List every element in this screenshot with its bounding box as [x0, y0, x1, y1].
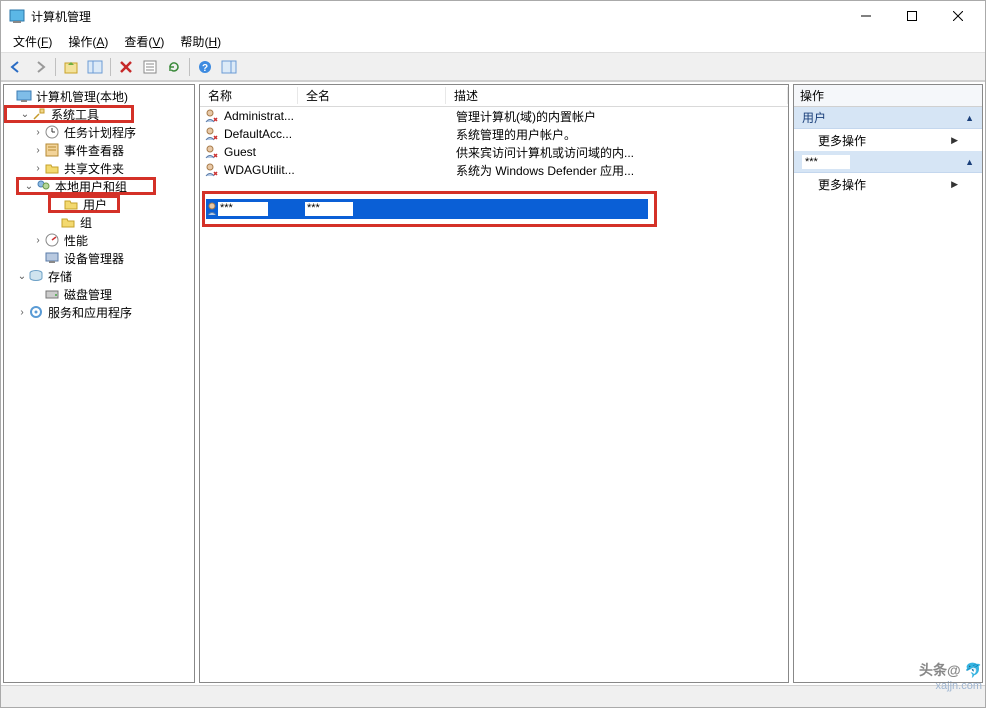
expander-icon[interactable]: ›	[32, 127, 44, 138]
app-window: 计算机管理 文件(F) 操作(A) 查看(V) 帮助(H) ?	[0, 0, 986, 708]
computer-icon	[16, 88, 32, 104]
expander-icon[interactable]: ⌄	[19, 109, 31, 120]
chevron-right-icon: ▶	[951, 179, 958, 190]
list-row[interactable]: Guest 供来宾访问计算机或访问域的内...	[200, 143, 788, 161]
tree-disk-management[interactable]: 磁盘管理	[4, 285, 194, 303]
menu-file[interactable]: 文件(F)	[5, 32, 60, 52]
menubar: 文件(F) 操作(A) 查看(V) 帮助(H)	[1, 31, 985, 53]
up-button[interactable]	[60, 56, 82, 78]
col-description[interactable]: 描述	[446, 87, 788, 104]
toolbar-separator	[55, 58, 56, 76]
forward-button[interactable]	[29, 56, 51, 78]
user-icon	[204, 126, 220, 142]
col-name[interactable]: 名称	[200, 87, 298, 104]
tree-system-tools[interactable]: ⌄ 系统工具	[4, 105, 134, 123]
col-fullname[interactable]: 全名	[298, 87, 446, 104]
event-icon	[44, 142, 60, 158]
shared-folder-icon	[44, 160, 60, 176]
toolbar: ?	[1, 53, 985, 81]
tree-users[interactable]: 用户	[48, 195, 120, 213]
window-title: 计算机管理	[31, 8, 843, 25]
chevron-right-icon: ▶	[951, 135, 958, 146]
user-icon	[204, 108, 220, 124]
tree-task-scheduler[interactable]: › 任务计划程序	[4, 123, 194, 141]
user-icon	[204, 162, 220, 178]
expander-icon[interactable]: ⌄	[16, 271, 28, 282]
expander-icon[interactable]: ›	[16, 307, 28, 318]
statusbar	[1, 685, 985, 707]
folder-icon	[63, 196, 79, 212]
body: 计算机管理(本地) ⌄ 系统工具 › 任务计划程序 ›	[1, 81, 985, 685]
actions-header: 操作	[794, 85, 982, 107]
list-row[interactable]: Administrat... 管理计算机(域)的内置帐户	[200, 107, 788, 125]
menu-view[interactable]: 查看(V)	[116, 32, 172, 52]
redacted-fullname: ***	[305, 202, 353, 216]
list-row-selected[interactable]	[206, 199, 648, 219]
tools-icon	[31, 106, 47, 122]
app-icon	[9, 8, 25, 24]
actions-section-selected[interactable]: *** ▲	[794, 151, 982, 173]
toolbar-separator	[189, 58, 190, 76]
expander-icon[interactable]: ›	[32, 145, 44, 156]
tree-event-viewer[interactable]: › 事件查看器	[4, 141, 194, 159]
expander-icon[interactable]: ›	[32, 235, 44, 246]
collapse-icon: ▲	[965, 113, 974, 123]
users-groups-icon	[35, 178, 51, 194]
tree-local-users-groups[interactable]: ⌄ 本地用户和组	[16, 177, 156, 195]
tree-shared-folders[interactable]: › 共享文件夹	[4, 159, 194, 177]
minimize-button[interactable]	[843, 1, 889, 31]
tree-services-apps[interactable]: › 服务和应用程序	[4, 303, 194, 321]
delete-button[interactable]	[115, 56, 137, 78]
list-panel: 名称 全名 描述 Administrat... 管理计算机(域)的内置帐户 De…	[199, 84, 789, 683]
tree[interactable]: 计算机管理(本地) ⌄ 系统工具 › 任务计划程序 ›	[4, 85, 194, 682]
svg-text:?: ?	[202, 63, 208, 74]
actions-section-users[interactable]: 用户 ▲	[794, 107, 982, 129]
tree-performance[interactable]: › 性能	[4, 231, 194, 249]
refresh-button[interactable]	[163, 56, 185, 78]
tree-storage[interactable]: ⌄ 存储	[4, 267, 194, 285]
toolbar-separator	[110, 58, 111, 76]
show-actions-button[interactable]	[218, 56, 240, 78]
close-button[interactable]	[935, 1, 981, 31]
list-row[interactable]: DefaultAcc... 系统管理的用户帐户。	[200, 125, 788, 143]
show-hide-tree-button[interactable]	[84, 56, 106, 78]
performance-icon	[44, 232, 60, 248]
user-icon	[204, 144, 220, 160]
clock-icon	[44, 124, 60, 140]
collapse-icon: ▲	[965, 157, 974, 167]
menu-action[interactable]: 操作(A)	[60, 32, 116, 52]
properties-button[interactable]	[139, 56, 161, 78]
help-button[interactable]: ?	[194, 56, 216, 78]
expander-icon[interactable]: ›	[32, 163, 44, 174]
actions-panel: 操作 用户 ▲ 更多操作 ▶ *** ▲ 更多操作 ▶	[793, 84, 983, 683]
tree-device-manager[interactable]: 设备管理器	[4, 249, 194, 267]
disk-icon	[44, 286, 60, 302]
expander-icon[interactable]: ⌄	[23, 181, 35, 192]
redacted-section-label: ***	[802, 155, 850, 169]
folder-icon	[60, 214, 76, 230]
tree-panel: 计算机管理(本地) ⌄ 系统工具 › 任务计划程序 ›	[3, 84, 195, 683]
maximize-button[interactable]	[889, 1, 935, 31]
services-icon	[28, 304, 44, 320]
back-button[interactable]	[5, 56, 27, 78]
actions-more-2[interactable]: 更多操作 ▶	[794, 173, 982, 195]
list-columns: 名称 全名 描述	[200, 85, 788, 107]
titlebar: 计算机管理	[1, 1, 985, 31]
actions-more-1[interactable]: 更多操作 ▶	[794, 129, 982, 151]
menu-help[interactable]: 帮助(H)	[172, 32, 229, 52]
device-icon	[44, 250, 60, 266]
storage-icon	[28, 268, 44, 284]
tree-groups[interactable]: 组	[48, 213, 194, 231]
tree-root[interactable]: 计算机管理(本地)	[4, 87, 194, 105]
redacted-name: ***	[218, 202, 268, 216]
list-body[interactable]: Administrat... 管理计算机(域)的内置帐户 DefaultAcc.…	[200, 107, 788, 682]
list-row[interactable]: WDAGUtilit... 系统为 Windows Defender 应用...	[200, 161, 788, 179]
